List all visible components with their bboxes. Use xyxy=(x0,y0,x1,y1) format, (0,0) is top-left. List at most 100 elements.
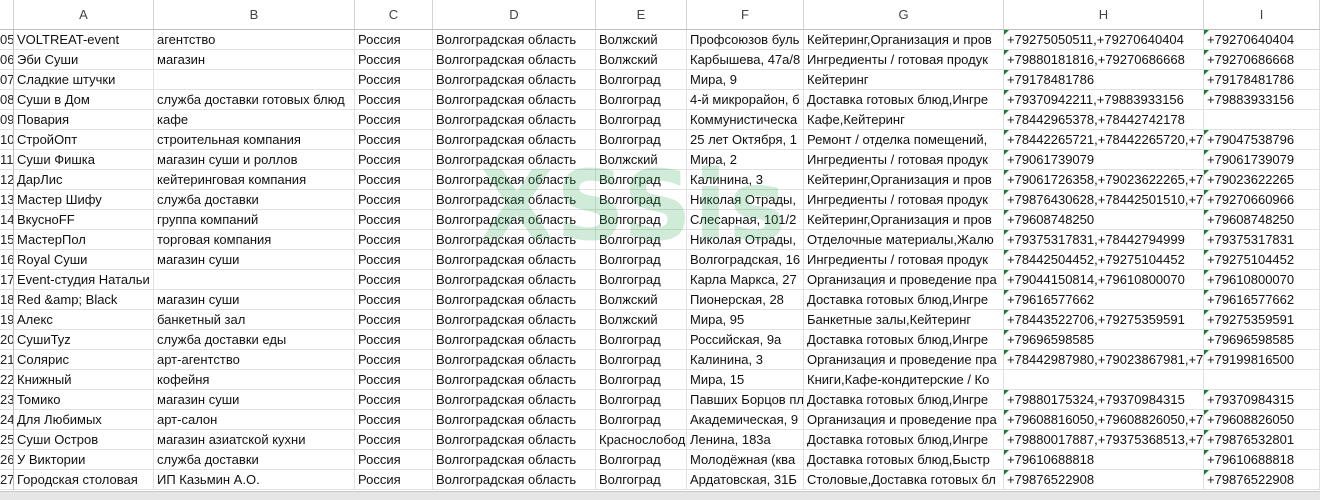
cell-c[interactable]: Россия xyxy=(355,270,433,290)
cell-i[interactable]: +79023622265 xyxy=(1204,170,1320,190)
cell-i[interactable]: +79608826050 xyxy=(1204,410,1320,430)
cell-b[interactable]: банкетный зал xyxy=(154,310,355,330)
cell-a[interactable]: У Виктории xyxy=(14,450,154,470)
cell-d[interactable]: Волгоградская область xyxy=(433,30,596,50)
cell-i[interactable]: +79178481786 xyxy=(1204,70,1320,90)
cell-g[interactable]: Банкетные залы,Кейтеринг xyxy=(804,310,1004,330)
row-number[interactable]: 19 xyxy=(0,310,14,330)
row-number[interactable]: 14 xyxy=(0,210,14,230)
cell-e[interactable]: Волгоград xyxy=(596,450,687,470)
cell-g[interactable]: Доставка готовых блюд,Ингре xyxy=(804,290,1004,310)
cell-i[interactable]: +79047538796 xyxy=(1204,130,1320,150)
cell-b[interactable] xyxy=(154,270,355,290)
cell-i[interactable]: +79610800070 xyxy=(1204,270,1320,290)
cell-d[interactable]: Волгоградская область xyxy=(433,310,596,330)
cell-h[interactable]: +79610688818 xyxy=(1004,450,1204,470)
cell-h[interactable]: +79876430628,+78442501510,+79 xyxy=(1004,190,1204,210)
cell-d[interactable]: Волгоградская область xyxy=(433,450,596,470)
cell-c[interactable]: Россия xyxy=(355,230,433,250)
cell-d[interactable]: Волгоградская область xyxy=(433,390,596,410)
cell-d[interactable]: Волгоградская область xyxy=(433,470,596,490)
cell-i[interactable]: +79270640404 xyxy=(1204,30,1320,50)
cell-d[interactable]: Волгоградская область xyxy=(433,250,596,270)
cell-i[interactable]: +79375317831 xyxy=(1204,230,1320,250)
cell-h[interactable]: +79178481786 xyxy=(1004,70,1204,90)
cell-h[interactable]: +79880017887,+79375368513,+79 xyxy=(1004,430,1204,450)
cell-e[interactable]: Волгоград xyxy=(596,230,687,250)
cell-a[interactable]: Суши Фишка xyxy=(14,150,154,170)
row-number[interactable]: 16 xyxy=(0,250,14,270)
cell-f[interactable]: Ардатовская, 31Б xyxy=(687,470,804,490)
row-number[interactable]: 23 xyxy=(0,390,14,410)
cell-e[interactable]: Волгоград xyxy=(596,390,687,410)
cell-h[interactable]: +78442265721,+78442265720,+79 xyxy=(1004,130,1204,150)
cell-e[interactable]: Волгоград xyxy=(596,110,687,130)
cell-a[interactable]: ДарЛис xyxy=(14,170,154,190)
cell-e[interactable]: Волгоград xyxy=(596,470,687,490)
row-number[interactable]: 09 xyxy=(0,110,14,130)
cell-e[interactable]: Волжский xyxy=(596,30,687,50)
cell-h[interactable]: +78442987980,+79023867981,+79 xyxy=(1004,350,1204,370)
cell-b[interactable]: кофейня xyxy=(154,370,355,390)
cell-d[interactable]: Волгоградская область xyxy=(433,70,596,90)
cell-a[interactable]: ВкусноFF xyxy=(14,210,154,230)
cell-g[interactable]: Доставка готовых блюд,Ингре xyxy=(804,90,1004,110)
cell-i[interactable]: +79616577662 xyxy=(1204,290,1320,310)
cell-h[interactable]: +79370942211,+79883933156 xyxy=(1004,90,1204,110)
cell-e[interactable]: Краснослобод xyxy=(596,430,687,450)
cell-g[interactable]: Организация и проведение пра xyxy=(804,270,1004,290)
cell-b[interactable]: группа компаний xyxy=(154,210,355,230)
cell-b[interactable]: кейтеринговая компания xyxy=(154,170,355,190)
cell-b[interactable]: магазин xyxy=(154,50,355,70)
cell-g[interactable]: Доставка готовых блюд,Ингре xyxy=(804,390,1004,410)
cell-i[interactable]: +79270660966 xyxy=(1204,190,1320,210)
cell-h[interactable]: +78442965378,+78442742178 xyxy=(1004,110,1204,130)
cell-c[interactable]: Россия xyxy=(355,350,433,370)
cell-i[interactable]: +79370984315 xyxy=(1204,390,1320,410)
cell-b[interactable]: служба доставки xyxy=(154,190,355,210)
cell-d[interactable]: Волгоградская область xyxy=(433,290,596,310)
cell-e[interactable]: Волгоград xyxy=(596,250,687,270)
cell-e[interactable]: Волгоград xyxy=(596,330,687,350)
cell-b[interactable]: кафе xyxy=(154,110,355,130)
cell-a[interactable]: МастерПол xyxy=(14,230,154,250)
cell-c[interactable]: Россия xyxy=(355,30,433,50)
cell-g[interactable]: Доставка готовых блюд,Ингре xyxy=(804,330,1004,350)
column-header-b[interactable]: B xyxy=(154,0,355,29)
cell-c[interactable]: Россия xyxy=(355,250,433,270)
cell-a[interactable]: Сладкие штучки xyxy=(14,70,154,90)
cell-g[interactable]: Ингредиенты / готовая продук xyxy=(804,50,1004,70)
cell-c[interactable]: Россия xyxy=(355,110,433,130)
cell-a[interactable]: СтройОпт xyxy=(14,130,154,150)
cell-a[interactable]: Повария xyxy=(14,110,154,130)
cell-b[interactable]: магазин суши xyxy=(154,390,355,410)
cell-h[interactable]: +79375317831,+78442794999 xyxy=(1004,230,1204,250)
column-header-d[interactable]: D xyxy=(433,0,596,29)
cell-f[interactable]: Российская, 9а xyxy=(687,330,804,350)
cell-h[interactable]: +79061726358,+79023622265,+78 xyxy=(1004,170,1204,190)
cell-f[interactable]: Профсоюзов буль xyxy=(687,30,804,50)
row-number[interactable]: 06 xyxy=(0,50,14,70)
cell-e[interactable]: Волгоград xyxy=(596,130,687,150)
column-header-c[interactable]: C xyxy=(355,0,433,29)
cell-g[interactable]: Отделочные материалы,Жалю xyxy=(804,230,1004,250)
column-header-e[interactable]: E xyxy=(596,0,687,29)
cell-a[interactable]: VOLTREAT-event xyxy=(14,30,154,50)
cell-i[interactable]: +79608748250 xyxy=(1204,210,1320,230)
cell-a[interactable]: Для Любимых xyxy=(14,410,154,430)
cell-h[interactable]: +79061739079 xyxy=(1004,150,1204,170)
cell-b[interactable]: служба доставки готовых блюд xyxy=(154,90,355,110)
cell-a[interactable]: Городская столовая xyxy=(14,470,154,490)
cell-f[interactable]: Мира, 2 xyxy=(687,150,804,170)
cell-h[interactable]: +79880175324,+79370984315 xyxy=(1004,390,1204,410)
cell-d[interactable]: Волгоградская область xyxy=(433,50,596,70)
cell-a[interactable]: Томико xyxy=(14,390,154,410)
cell-c[interactable]: Россия xyxy=(355,150,433,170)
cell-e[interactable]: Волжский xyxy=(596,290,687,310)
cell-i[interactable]: +79061739079 xyxy=(1204,150,1320,170)
cell-i[interactable]: +79275359591 xyxy=(1204,310,1320,330)
row-number[interactable]: 20 xyxy=(0,330,14,350)
cell-b[interactable]: строительная компания xyxy=(154,130,355,150)
cell-a[interactable]: Книжный xyxy=(14,370,154,390)
cell-c[interactable]: Россия xyxy=(355,390,433,410)
